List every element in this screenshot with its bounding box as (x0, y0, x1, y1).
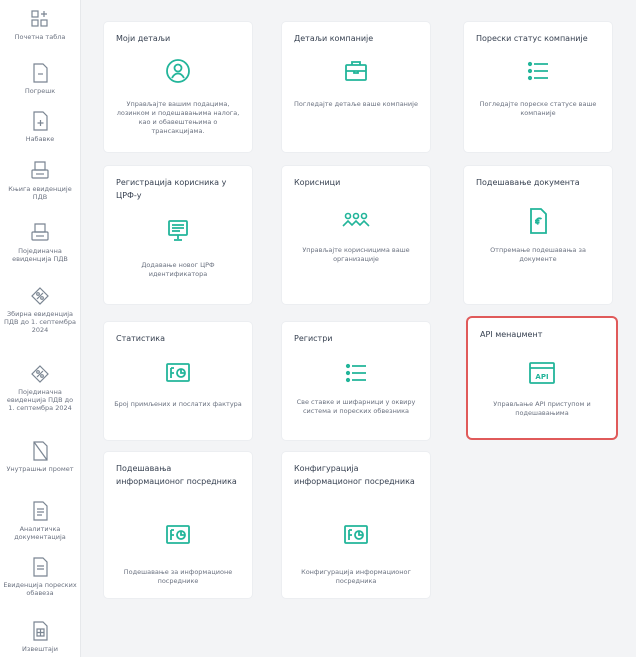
card-crf-registration[interactable]: Регистрација корисника у ЦРФ-у Додавање … (104, 166, 252, 304)
card-title: Подешавање документа (476, 178, 580, 187)
stats-card-icon (344, 525, 368, 544)
card-description: Управљајте корисницима ваше организације (302, 246, 410, 263)
card-my-details[interactable]: Моји детаљи Управљајте вашим подацима, л… (104, 22, 252, 152)
card-title: Подешавања информационог посредника (116, 464, 237, 486)
sidebar-item-individual-vat-2024[interactable]: Појединачна евиденција ПДВ до 1. септемб… (0, 363, 80, 412)
card-description: Управљање API приступом и подешавањима (493, 400, 591, 417)
card-title: Корисници (294, 178, 341, 187)
sidebar-item-label: Појединачна евиденција ПДВ (12, 247, 68, 263)
card-description: Све ставке и шифарници у оквиру система … (296, 398, 416, 415)
sidebar-item-label: Аналитичка документација (14, 525, 66, 541)
sidebar-item-label: Почетна табла (14, 33, 66, 41)
stats-card-icon (166, 525, 190, 544)
document-fold-icon (33, 441, 48, 461)
sidebar-item-internal-turnover[interactable]: Унутрашњи промет (0, 440, 80, 473)
list-icon (345, 363, 366, 383)
card-statistics[interactable]: Статистика Број примљених и послатих фак… (104, 322, 252, 440)
invoice-printer-icon (31, 161, 49, 179)
stats-card-icon (166, 363, 190, 382)
sidebar-item-label: Набавке (25, 135, 55, 143)
card-title: Конфигурација информационог посредника (294, 464, 415, 486)
sidebar-item-label: Извештаји (22, 645, 58, 653)
percent-tag-icon (31, 365, 49, 383)
card-title: Детаљи компаније (294, 34, 374, 43)
card-company-tax-status[interactable]: Порески статус компаније Погледајте поре… (464, 22, 612, 152)
percent-tag-icon (31, 287, 49, 305)
sidebar-item-label: Погрешк (24, 87, 56, 95)
grid-plus-icon (31, 10, 48, 27)
sidebar-item-summary-vat-2024[interactable]: Збирна евиденција ПДВ до 1. септембра 20… (0, 285, 80, 334)
document-icon (33, 63, 48, 83)
table-document-icon (33, 621, 48, 641)
monitor-icon (168, 220, 188, 241)
svg-text:API: API (535, 373, 548, 381)
card-description: Погледајте детаље ваше компаније (294, 100, 418, 108)
card-title: Статистика (116, 334, 165, 343)
sidebar-item-label: Збирна евиденција ПДВ до 1. септембра 20… (4, 310, 76, 334)
card-description: Управљајте вашим подацима, лозинком и по… (116, 100, 240, 135)
document-list-icon (33, 557, 48, 577)
document-plus-icon (33, 111, 48, 131)
card-title: Регистрација корисника у ЦРФ-у (116, 178, 227, 200)
card-title: Порески статус компаније (476, 34, 588, 43)
card-registries[interactable]: Регистри Све ставке и шифарници у оквиру… (282, 322, 430, 440)
sidebar-item-vat-ledger[interactable]: Књига евиденције ПДВ (0, 160, 80, 201)
users-icon (342, 212, 370, 227)
card-company-details[interactable]: Детаљи компаније Погледајте детаље ваше … (282, 22, 430, 152)
sidebar-item-analytics[interactable]: Аналитичка документација (0, 500, 80, 541)
sidebar-item-reports[interactable]: Извештаји (0, 620, 80, 653)
card-title: Моји детаљи (116, 34, 171, 43)
card-description: Број примљених и послатих фактура (114, 400, 242, 408)
card-document-settings[interactable]: Подешавање документа Отпремање подешавањ… (464, 166, 612, 304)
card-description: Подешавање за информационе посреднике (123, 568, 233, 585)
user-circle-icon (166, 59, 190, 83)
sidebar-item-label: Унутрашњи промет (6, 465, 74, 473)
sidebar-item-label: Појединачна евиденција ПДВ до 1. септемб… (6, 388, 74, 412)
document-lines-icon (33, 501, 48, 521)
list-icon (527, 61, 548, 81)
sidebar-item-tax-obligations[interactable]: Евиденција пореских обавеза (0, 556, 80, 597)
card-api-management[interactable]: API менаџмент API Управљање API приступо… (468, 318, 616, 438)
card-description: Отпремање подешавања за документе (490, 246, 586, 263)
sidebar: Почетна табла Погрешк Набавке Књига евид… (0, 0, 81, 657)
sidebar-item-purchases[interactable]: Набавке (0, 110, 80, 143)
card-description: Погледајте пореске статусе ваше компаниј… (479, 100, 597, 117)
invoice-printer-icon (31, 223, 49, 241)
card-intermediary-configuration[interactable]: Конфигурација информационог посредника К… (282, 452, 430, 598)
sidebar-item-errors[interactable]: Погрешк (0, 62, 80, 95)
card-users[interactable]: Корисници Управљајте корисницима ваше ор… (282, 166, 430, 304)
sidebar-item-dashboard[interactable]: Почетна табла (0, 8, 80, 41)
card-intermediary-settings[interactable]: Подешавања информационог посредника Поде… (104, 452, 252, 598)
main-content: Моји детаљи Управљајте вашим подацима, л… (80, 0, 636, 657)
briefcase-icon (345, 61, 367, 81)
sidebar-item-label: Евиденција пореских обавеза (3, 581, 77, 597)
card-description: Конфигурација информационог посредника (301, 568, 411, 585)
card-title: API менаџмент (480, 330, 543, 339)
sidebar-item-label: Књига евиденције ПДВ (8, 185, 72, 201)
euro-document-icon (530, 208, 547, 234)
card-description: Додавање новог ЦРФ идентификатора (141, 261, 215, 278)
card-title: Регистри (294, 334, 333, 343)
api-icon: API (529, 362, 555, 384)
sidebar-item-individual-vat[interactable]: Појединачна евиденција ПДВ (0, 222, 80, 263)
